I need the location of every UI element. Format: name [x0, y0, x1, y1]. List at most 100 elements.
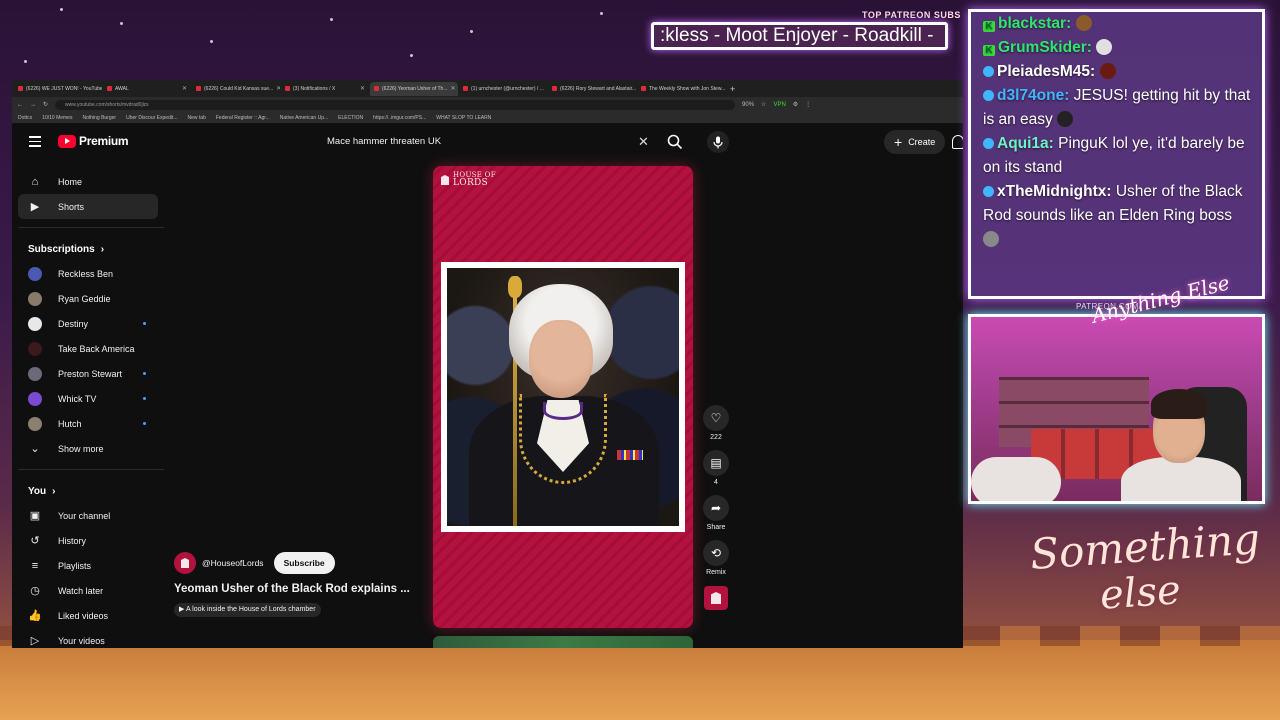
subscription-name: Whick TV — [58, 393, 97, 404]
like-button[interactable]: ♡ — [703, 405, 729, 431]
reload-icon[interactable]: ↻ — [43, 101, 48, 108]
chevron-right-icon: › — [100, 244, 105, 255]
subscription-item[interactable]: Whick TV — [18, 386, 158, 411]
comments-button[interactable]: ▤ — [703, 450, 729, 476]
zoom-level[interactable]: 90% — [742, 102, 754, 108]
your-channel-icon: ▣ — [29, 510, 41, 522]
short-title[interactable]: Yeoman Usher of the Black Rod explains .… — [174, 583, 410, 595]
browser-tab[interactable]: (3) Notifications / X ✕ — [281, 82, 369, 96]
show-more-button[interactable]: ⌄ Show more — [18, 436, 158, 461]
browser-tab[interactable]: (6226) WE JUST WON! - YouTube✕ — [14, 82, 102, 96]
tab-label: (1) urnchester (@urnchester) / ... — [471, 85, 544, 92]
sidebar-item-home[interactable]: ⌂ Home — [18, 169, 158, 194]
subscriber-badge-icon — [983, 186, 994, 197]
related-video-link[interactable]: ▶ A look inside the House of Lords chamb… — [174, 603, 321, 617]
sidebar-item-label: Home — [58, 176, 83, 187]
remix-icon: ⟲ — [710, 546, 722, 560]
create-button[interactable]: + Create — [884, 130, 946, 154]
tab-favicon-icon — [463, 86, 468, 91]
subscription-name: Destiny — [58, 318, 89, 329]
youtube-logo[interactable]: Premium — [58, 134, 129, 148]
hamburger-menu-icon[interactable] — [29, 136, 41, 147]
extensions-icon[interactable]: ⚙ — [793, 101, 798, 108]
chat-username: GrumSkider: — [998, 39, 1092, 56]
bookmark-item[interactable]: Federal Register :: Agr... — [216, 115, 270, 121]
vpn-badge[interactable]: VPN — [773, 102, 785, 108]
bookmark-item[interactable]: Uber Discour Expedit... — [126, 115, 177, 121]
next-short-preview[interactable] — [433, 636, 693, 648]
search-icon[interactable] — [666, 133, 684, 151]
bookmark-star-icon[interactable]: ☆ — [761, 101, 766, 108]
channel-avatar[interactable] — [174, 552, 196, 574]
bookmark-item[interactable]: Dottcs — [18, 115, 32, 121]
remix-button[interactable]: ⟲ — [703, 540, 729, 566]
browser-tab[interactable]: AWAL ✕ — [103, 82, 191, 96]
back-icon[interactable]: ← — [17, 102, 23, 108]
subscription-item[interactable]: Reckless Ben — [18, 261, 158, 286]
subscription-item[interactable]: Ryan Geddie — [18, 286, 158, 311]
sidebar-divider — [18, 227, 164, 228]
url-field[interactable]: www.youtube.com/shorts/mvdrad0jlzs — [55, 99, 736, 110]
bookmark-item[interactable]: WHAT SLOP TO LEARN — [436, 115, 491, 121]
playlists-icon: ≡ — [31, 559, 39, 572]
bookmark-item[interactable]: ELECTION — [338, 115, 363, 121]
shorts-icon: ▶ — [30, 201, 40, 213]
subscriptions-title: Subscriptions — [28, 244, 95, 255]
clear-search-icon[interactable]: ✕ — [638, 134, 649, 150]
sidebar-item-your-videos[interactable]: ▷ Your videos — [18, 628, 158, 648]
close-tab-icon[interactable]: ✕ — [182, 85, 187, 92]
browser-tab[interactable]: (6226) Yeoman Usher of Th... ✕ — [370, 81, 458, 96]
bookmark-item[interactable]: 10/10 Memes — [42, 115, 72, 121]
sidebar-item-watch-later[interactable]: ◷ Watch later — [18, 578, 158, 603]
channel-tile-button[interactable] — [704, 586, 728, 610]
emote-icon — [1096, 39, 1113, 55]
subscription-item[interactable]: Hutch — [18, 411, 158, 436]
bookmark-item[interactable]: https://..imgur.com/PS... — [373, 115, 426, 121]
portcullis-icon — [181, 558, 189, 568]
sidebar-item-shorts[interactable]: ▶ Shorts — [18, 194, 158, 219]
close-tab-icon[interactable]: ✕ — [360, 85, 365, 92]
browser-tab[interactable]: (1) urnchester (@urnchester) / ...✕ — [459, 82, 547, 96]
voice-search-button[interactable] — [707, 131, 729, 153]
subscription-item[interactable]: Destiny — [18, 311, 158, 336]
bookmark-item[interactable]: New tab — [188, 115, 206, 121]
sidebar-item-liked-videos[interactable]: 👍 Liked videos — [18, 603, 158, 628]
webcam-feed — [968, 314, 1265, 504]
subscriptions-header[interactable]: Subscriptions › — [18, 236, 158, 261]
channel-avatar — [28, 341, 42, 356]
youtube-play-icon — [58, 134, 76, 148]
browser-tab[interactable]: The Weekly Show with Jon Stew...✕ — [637, 82, 725, 96]
subscription-item[interactable]: Preston Stewart — [18, 361, 158, 386]
share-icon: ➦ — [710, 501, 722, 515]
browser-tab[interactable]: (6226) Rory Stewart and Alastair...✕ — [548, 82, 636, 96]
tab-favicon-icon — [374, 86, 379, 91]
sidebar-item-history[interactable]: ↺ History — [18, 528, 158, 553]
notifications-bell-icon[interactable] — [952, 135, 963, 149]
subscription-name: Preston Stewart — [58, 368, 123, 379]
subscribe-button[interactable]: Subscribe — [273, 552, 335, 574]
sidebar-item-playlists[interactable]: ≡ Playlists — [18, 553, 158, 578]
share-button[interactable]: ➦ — [703, 495, 729, 521]
sidebar-item-label: Watch later — [58, 585, 104, 596]
chat-message: PleiadesM45: — [983, 60, 1252, 84]
close-tab-icon[interactable]: ✕ — [451, 85, 456, 92]
sidebar-item-your-channel[interactable]: ▣ Your channel — [18, 503, 158, 528]
bookmark-item[interactable]: Nothing Burger — [82, 115, 116, 121]
bookmark-item[interactable]: Native American Up... — [280, 115, 328, 121]
new-tab-icon[interactable]: + — [730, 84, 735, 94]
search-input[interactable]: Mace hammer threaten UK — [316, 132, 662, 151]
channel-name[interactable]: @HouseofLords — [202, 558, 264, 568]
create-label: Create — [908, 137, 936, 147]
browser-menu-icon[interactable]: ⋮ — [805, 101, 811, 108]
subscription-item[interactable]: Take Back America — [18, 336, 158, 361]
brand-line-2: LORDS — [453, 178, 489, 188]
short-video-player[interactable]: HOUSE OF LORDS — [433, 166, 693, 628]
chevron-right-icon: › — [52, 486, 56, 497]
emote-icon — [1075, 15, 1092, 31]
you-header[interactable]: You › — [18, 478, 158, 503]
forward-icon[interactable]: → — [30, 102, 36, 108]
close-tab-icon[interactable]: ✕ — [276, 85, 280, 92]
browser-tab[interactable]: (6226) Could Kid Kansas sue... ✕ — [192, 82, 280, 96]
short-actions: ♡ 222 ▤ 4 ➦ Share ⟲ Remix — [702, 405, 730, 610]
tab-favicon-icon — [285, 86, 290, 91]
